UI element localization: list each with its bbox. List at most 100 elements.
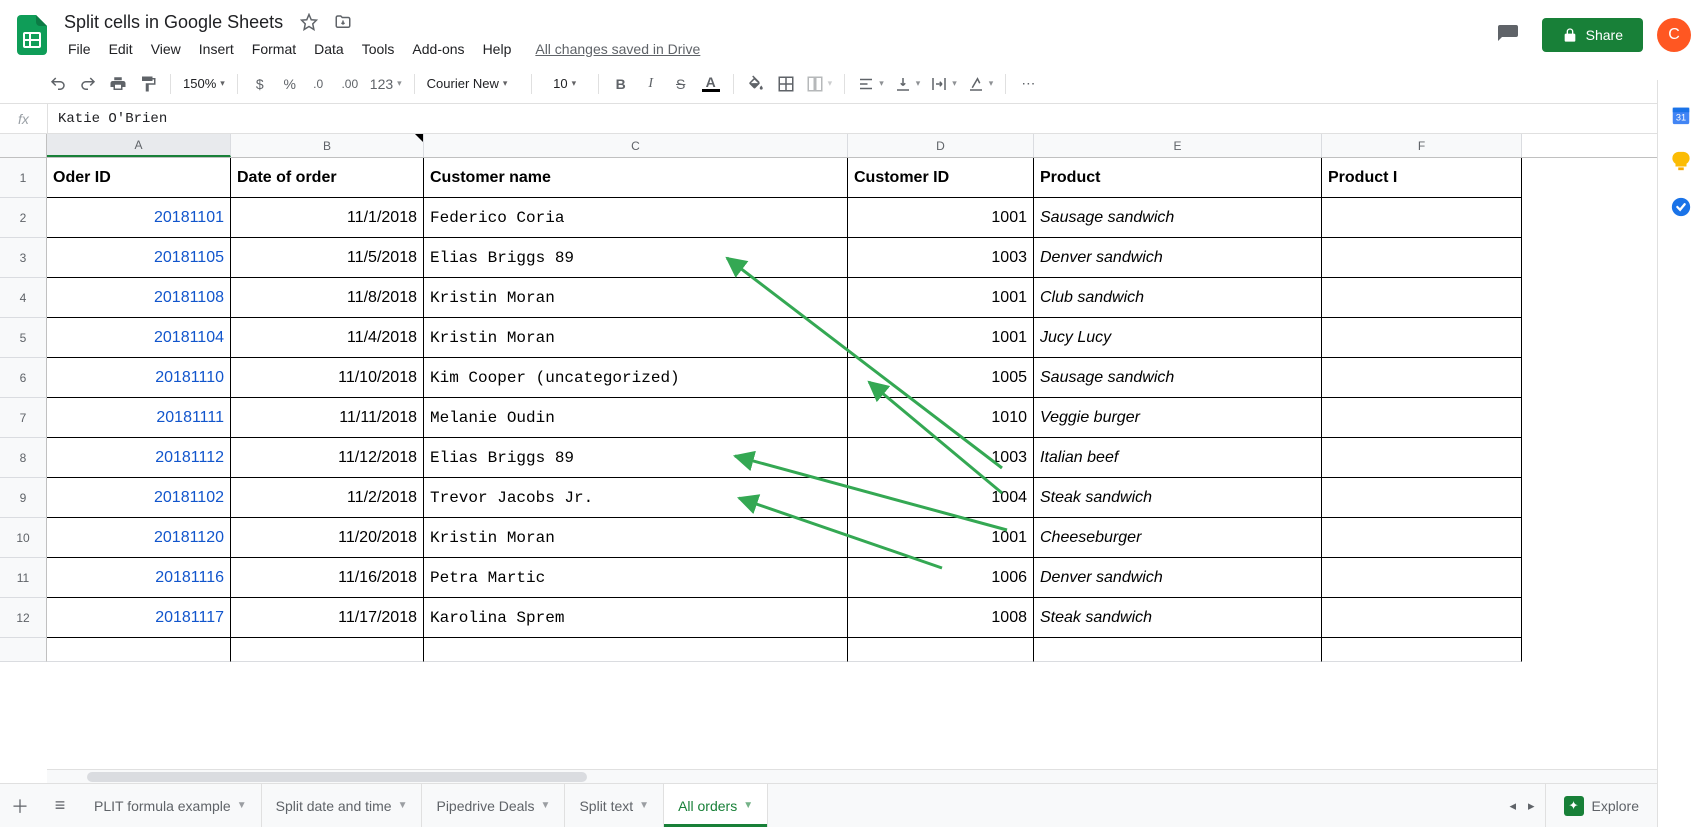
cell[interactable]: 11/5/2018 [231,238,424,278]
cell[interactable] [424,638,848,662]
v-align-button[interactable] [890,70,925,98]
cell[interactable]: Steak sandwich [1034,478,1322,518]
cell[interactable] [1322,278,1522,318]
text-rotation-button[interactable] [963,70,998,98]
doc-title[interactable]: Split cells in Google Sheets [60,10,287,35]
header-cell[interactable]: Product I [1322,158,1522,198]
explore-button[interactable]: Explore [1545,784,1657,827]
header-cell[interactable]: Customer ID [848,158,1034,198]
cell[interactable]: 20181102 [47,478,231,518]
cell[interactable]: Italian beef [1034,438,1322,478]
calendar-addon-icon[interactable]: 31 [1670,104,1692,126]
cell[interactable]: 11/1/2018 [231,198,424,238]
cell[interactable]: Sausage sandwich [1034,198,1322,238]
header-cell[interactable]: Oder ID [47,158,231,198]
cell[interactable]: 20181110 [47,358,231,398]
cell[interactable]: Steak sandwich [1034,598,1322,638]
format-percent-button[interactable]: % [276,70,304,98]
h-align-button[interactable] [853,70,888,98]
cell[interactable] [848,638,1034,662]
font-size-dropdown[interactable]: 10 [540,70,590,98]
cell[interactable]: 1010 [848,398,1034,438]
header-cell[interactable]: Date of order [231,158,424,198]
cell[interactable]: 11/8/2018 [231,278,424,318]
cell[interactable]: 1003 [848,238,1034,278]
cell[interactable]: 1003 [848,438,1034,478]
cell[interactable]: Kim Cooper (uncategorized) [424,358,848,398]
col-header-C[interactable]: C [424,134,848,157]
cell[interactable]: 20181120 [47,518,231,558]
cell[interactable] [1322,558,1522,598]
cell[interactable] [1322,598,1522,638]
decrease-decimals-button[interactable]: .0 [306,70,334,98]
cell[interactable]: 1006 [848,558,1034,598]
tasks-addon-icon[interactable] [1670,196,1692,218]
sheet-tab-split-text[interactable]: Split text▼ [565,784,664,827]
cell[interactable]: 20181111 [47,398,231,438]
sheet-tab-menu-icon[interactable]: ▼ [743,800,753,811]
fill-color-button[interactable] [742,70,770,98]
more-formats-dropdown[interactable]: 123 [366,70,406,98]
italic-button[interactable]: I [637,70,665,98]
cell[interactable]: 1001 [848,318,1034,358]
cell[interactable]: 1005 [848,358,1034,398]
cell[interactable]: Melanie Oudin [424,398,848,438]
cell[interactable]: Denver sandwich [1034,238,1322,278]
cell[interactable]: 1001 [848,278,1034,318]
strike-button[interactable]: S [667,70,695,98]
horizontal-scroll-thumb[interactable] [87,772,587,782]
zoom-dropdown[interactable]: 150% [179,70,229,98]
cell[interactable]: 20181105 [47,238,231,278]
sheet-tab-menu-icon[interactable]: ▼ [541,800,551,811]
row-header-7[interactable]: 7 [0,398,47,438]
cell[interactable]: Trevor Jacobs Jr. [424,478,848,518]
sheets-logo[interactable] [12,15,52,55]
menu-view[interactable]: View [143,37,189,61]
cell[interactable] [1034,638,1322,662]
menu-format[interactable]: Format [244,37,304,61]
more-toolbar-button[interactable]: ⋯ [1014,70,1042,98]
cell[interactable]: Federico Coria [424,198,848,238]
sheet-tab-split-date-and-time[interactable]: Split date and time▼ [262,784,423,827]
row-header-3[interactable]: 3 [0,238,47,278]
cell[interactable] [1322,438,1522,478]
sheet-tab-menu-icon[interactable]: ▼ [639,800,649,811]
cell[interactable]: 20181101 [47,198,231,238]
cell[interactable]: Kristin Moran [424,518,848,558]
cell[interactable] [1322,318,1522,358]
sheet-tab-plit-formula-example[interactable]: PLIT formula example▼ [80,784,262,827]
cell[interactable]: 1008 [848,598,1034,638]
cell[interactable]: 1001 [848,198,1034,238]
row-header-6[interactable]: 6 [0,358,47,398]
sheet-tab-pipedrive-deals[interactable]: Pipedrive Deals▼ [422,784,565,827]
cell[interactable]: 11/20/2018 [231,518,424,558]
cell[interactable]: Sausage sandwich [1034,358,1322,398]
cell[interactable]: Kristin Moran [424,318,848,358]
cell[interactable]: 11/12/2018 [231,438,424,478]
menu-tools[interactable]: Tools [354,37,403,61]
cell[interactable]: 20181116 [47,558,231,598]
menu-file[interactable]: File [60,37,99,61]
share-button[interactable]: Share [1542,18,1643,52]
header-cell[interactable]: Product [1034,158,1322,198]
cell[interactable] [1322,398,1522,438]
tabs-scroll-right-icon[interactable]: ▸ [1528,798,1535,814]
cell[interactable] [1322,358,1522,398]
cell[interactable] [1322,238,1522,278]
row-header-2[interactable]: 2 [0,198,47,238]
col-header-B[interactable]: B [231,134,424,157]
cell[interactable]: 20181117 [47,598,231,638]
increase-decimals-button[interactable]: .00 [336,70,364,98]
menu-insert[interactable]: Insert [191,37,242,61]
add-sheet-button[interactable]: ＋ [0,784,40,828]
sheet-tab-menu-icon[interactable]: ▼ [237,800,247,811]
cell[interactable]: 1001 [848,518,1034,558]
keep-addon-icon[interactable] [1670,150,1692,172]
cell[interactable] [47,638,231,662]
cell[interactable]: 20181104 [47,318,231,358]
move-to-folder-icon[interactable] [331,10,355,34]
cell[interactable]: Elias Briggs 89 [424,238,848,278]
formula-input[interactable]: Katie O'Brien [48,111,1703,127]
menu-add-ons[interactable]: Add-ons [404,37,472,61]
sheet-tab-all-orders[interactable]: All orders▼ [664,784,768,827]
